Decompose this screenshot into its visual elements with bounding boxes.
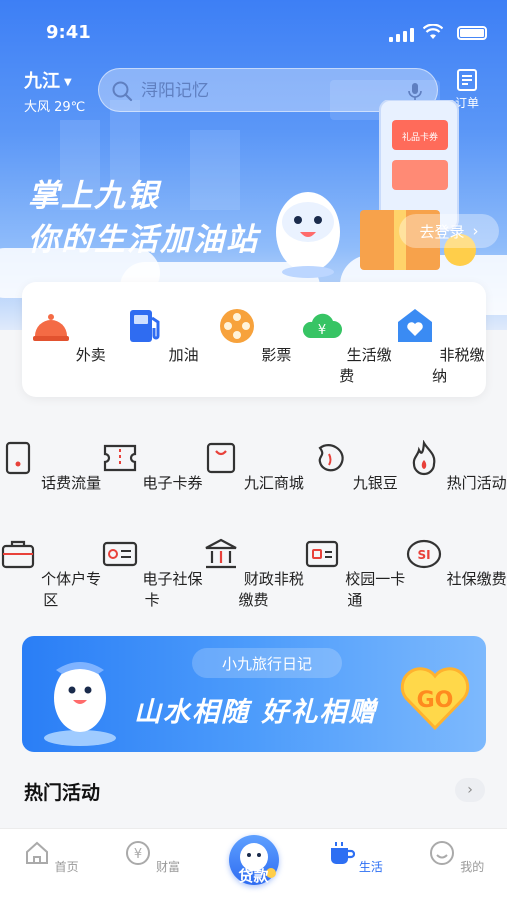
tab-profile[interactable]: 我的 [406, 829, 507, 900]
battery-icon [457, 26, 487, 40]
wealth-icon: ¥ [126, 841, 151, 865]
slogan-line2: 你的生活加油站 [28, 222, 259, 258]
gift-card-text: 礼品卡券 [402, 131, 438, 143]
section-more-button[interactable]: › [455, 778, 485, 802]
service-label: 九汇商城 [243, 474, 304, 492]
house-heart-icon [397, 309, 432, 342]
weather-info: 大风 29℃ [24, 100, 86, 115]
life-cup-icon [331, 842, 356, 864]
search-icon [112, 81, 133, 102]
food-bell-icon [32, 314, 69, 341]
service-item-finance[interactable]: 财政非税缴费 [203, 528, 304, 624]
id-card-icon [102, 541, 137, 567]
service-label: 财政非税缴费 [238, 570, 304, 609]
quick-item-label: 非税缴纳 [432, 346, 485, 385]
travel-promo-banner[interactable]: 小九旅行日记 山水相随 好礼相赠 GO [22, 636, 486, 752]
government-building-icon [205, 538, 237, 569]
city-name: 九江 [24, 71, 60, 92]
svg-text:SI: SI [417, 548, 430, 562]
slogan-line1: 掌上九银 [28, 178, 160, 214]
service-label: 话费流量 [41, 474, 102, 492]
utility-cloud-icon: ¥ [302, 313, 342, 338]
chevron-right-icon: › [472, 222, 479, 240]
tab-life[interactable]: 生活 [304, 829, 405, 900]
campus-card-icon [306, 540, 339, 568]
caret-down-icon: ▼ [64, 76, 72, 88]
service-label: 个体户专区 [41, 570, 102, 609]
fuel-pump-icon [129, 310, 160, 342]
home-icon [25, 841, 48, 864]
phone-icon [6, 441, 31, 475]
ticket-icon [103, 444, 136, 472]
bean-icon [318, 444, 344, 472]
service-item-bean[interactable]: 九银豆 [304, 432, 405, 528]
quick-item-food[interactable]: 外卖 [23, 306, 113, 397]
quick-item-label: 生活缴费 [339, 346, 392, 385]
bottom-tab-bar: 首页 ¥ 财富 贷款 生活 我的 [0, 828, 507, 900]
service-item-social-fee[interactable]: SI 社保缴费 [406, 528, 507, 624]
banner-headline: 山水相随 好礼相赠 [134, 697, 378, 728]
wifi-icon [423, 24, 443, 39]
signal-icon [389, 28, 415, 42]
service-item-mall[interactable]: 九汇商城 [203, 432, 304, 528]
mascot-illustration [276, 192, 340, 278]
go-label: GO [417, 688, 454, 713]
city-selector[interactable]: 九江 ▼ [24, 67, 72, 93]
login-button[interactable]: 去登录 › [399, 214, 499, 248]
tab-label: 我的 [460, 860, 485, 874]
building-decoration [190, 130, 240, 210]
search-input[interactable] [141, 77, 391, 105]
tab-label: 生活 [358, 860, 383, 874]
service-label: 电子卡券 [142, 474, 203, 492]
film-reel-icon [219, 309, 254, 343]
service-label: 热门活动 [446, 474, 507, 492]
quick-item-label: 外卖 [75, 346, 106, 364]
social-security-icon: SI [406, 539, 441, 569]
service-row: 个体户专区 电子社保卡 财政非税缴费 校园一卡通 SI 社保缴费 [0, 528, 507, 624]
flame-icon [412, 439, 436, 476]
service-item-hot[interactable]: 热门活动 [406, 432, 507, 528]
login-label: 去登录 [419, 222, 465, 241]
service-item-social-card[interactable]: 电子社保卡 [101, 528, 202, 624]
banner-tag: 小九旅行日记 [192, 648, 342, 678]
briefcase-icon [2, 540, 35, 569]
service-grid: 话费流量 电子卡券 九汇商城 九银豆 热门活动 个体户专区 电子社保卡 财政非税… [0, 432, 507, 624]
service-row: 话费流量 电子卡券 九汇商城 九银豆 热门活动 [0, 432, 507, 528]
tab-wealth[interactable]: ¥ 财富 [101, 829, 202, 900]
svg-text:¥: ¥ [134, 847, 142, 862]
service-item-ticket[interactable]: 电子卡券 [101, 432, 202, 528]
quick-item-label: 影票 [261, 346, 292, 364]
service-item-campus[interactable]: 校园一卡通 [304, 528, 405, 624]
shopping-bag-icon [206, 442, 236, 474]
svg-text:¥: ¥ [318, 323, 326, 338]
tab-home[interactable]: 首页 [0, 829, 101, 900]
status-time: 9:41 [46, 22, 91, 43]
service-item-phone[interactable]: 话费流量 [0, 432, 101, 528]
profile-icon [430, 841, 455, 865]
service-item-business[interactable]: 个体户专区 [0, 528, 101, 624]
tab-label: 财富 [156, 860, 181, 874]
microphone-icon[interactable] [405, 81, 425, 101]
service-label: 电子社保卡 [142, 570, 203, 609]
quick-item-utility[interactable]: ¥ 生活缴费 [302, 306, 392, 397]
service-label: 校园一卡通 [345, 570, 406, 609]
tab-loan[interactable]: 贷款 [203, 829, 304, 900]
order-list-icon [457, 69, 477, 91]
service-label: 九银豆 [352, 474, 398, 492]
quick-item-fuel[interactable]: 加油 [116, 306, 206, 397]
go-heart-icon: GO [400, 667, 470, 731]
quick-item-nontax[interactable]: 非税缴纳 [395, 306, 485, 397]
quick-item-movie[interactable]: 影票 [209, 306, 299, 397]
section-title: 热门活动 [24, 782, 101, 804]
tab-label: 贷款 [238, 867, 269, 885]
quick-services-card: 外卖 加油 影票 ¥ 生活缴费 非税缴纳 [22, 282, 486, 397]
quick-item-label: 加油 [168, 346, 199, 364]
service-label: 社保缴费 [446, 570, 507, 588]
tab-label: 首页 [54, 860, 79, 874]
mascot-illustration [44, 662, 116, 746]
status-bar: 9:41 [0, 0, 507, 60]
